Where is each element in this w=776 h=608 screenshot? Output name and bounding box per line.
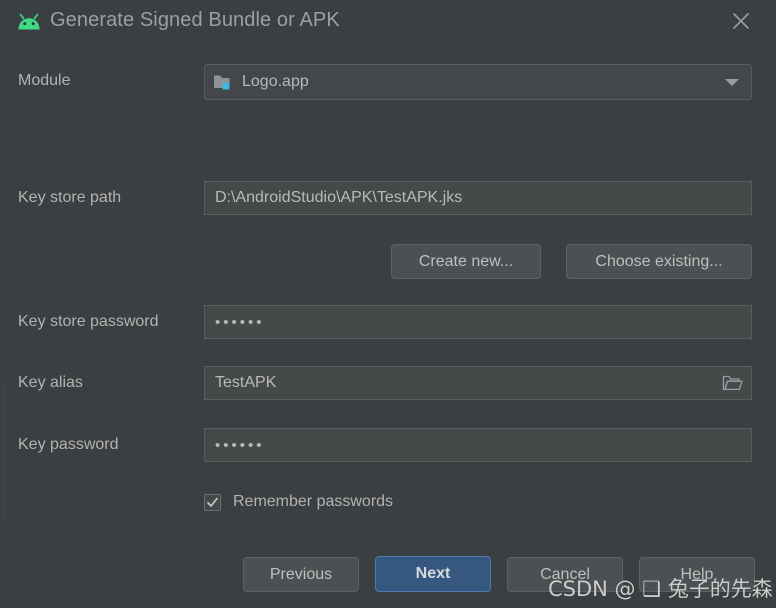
create-new-button[interactable]: Create new... (391, 244, 541, 279)
dialog-title-bar: Generate Signed Bundle or APK (0, 0, 776, 48)
key-password-value: •••••• (215, 436, 265, 454)
module-value: Logo.app (242, 73, 309, 90)
previous-button[interactable]: Previous (243, 557, 359, 592)
dialog-left-edge (3, 380, 4, 520)
folder-open-icon[interactable] (719, 371, 747, 395)
remember-passwords-checkbox[interactable] (204, 493, 221, 511)
choose-existing-button[interactable]: Choose existing... (566, 244, 752, 279)
android-module-folder-icon (214, 73, 234, 91)
key-alias-input[interactable]: TestAPK (204, 366, 752, 400)
close-icon[interactable] (726, 6, 756, 36)
key-alias-value: TestAPK (215, 374, 277, 391)
next-button[interactable]: Next (375, 556, 491, 592)
key-store-password-input[interactable]: •••••• (204, 305, 752, 339)
checkmark-icon (207, 497, 218, 507)
key-password-input[interactable]: •••••• (204, 428, 752, 462)
key-store-path-input[interactable]: D:\AndroidStudio\APK\TestAPK.jks (204, 181, 752, 215)
android-robot-icon (16, 12, 42, 34)
remember-passwords-row[interactable]: Remember passwords (204, 490, 393, 514)
module-combobox[interactable]: Logo.app (204, 64, 752, 100)
key-alias-label: Key alias (18, 374, 83, 391)
dialog-title: Generate Signed Bundle or APK (50, 9, 340, 31)
csdn-watermark: CSDN @ ❑ 兔子的先森 ❑ (548, 577, 776, 601)
generate-signed-bundle-dialog: Generate Signed Bundle or APK Module Log… (0, 0, 776, 608)
remember-passwords-label: Remember passwords (233, 493, 394, 510)
chevron-down-icon[interactable] (725, 79, 739, 86)
key-store-path-value: D:\AndroidStudio\APK\TestAPK.jks (215, 189, 463, 206)
key-store-password-label: Key store password (18, 313, 159, 330)
key-store-password-value: •••••• (215, 313, 265, 331)
key-password-label: Key password (18, 436, 119, 453)
module-label: Module (18, 72, 71, 89)
key-store-path-label: Key store path (18, 189, 122, 206)
